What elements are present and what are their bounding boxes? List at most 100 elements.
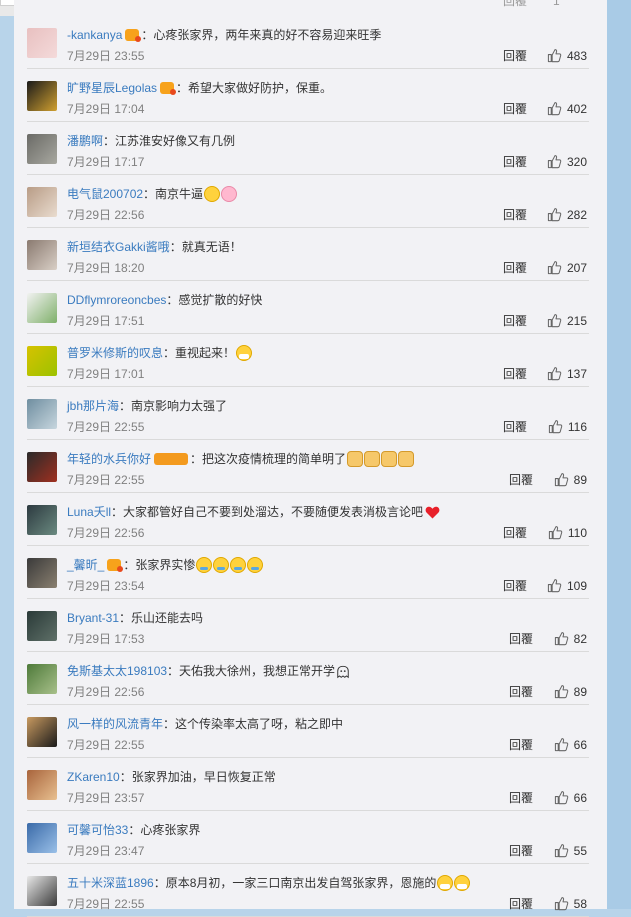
reply-button[interactable]: 回覆 [503,579,527,593]
like-button[interactable]: 89 [554,471,587,488]
comment-line: 旷野星辰Legolas ：希望大家做好防护，保重。 [67,80,581,96]
reply-button[interactable]: 回覆 [503,314,527,328]
thumbs-up-icon[interactable] [547,260,562,275]
reply-button[interactable]: 回覆 [503,420,527,434]
avatar[interactable] [27,28,57,58]
like-button[interactable]: 207 [547,259,587,276]
comment-date: 7月29日 23:55 [67,49,145,63]
reply-button[interactable]: 回覆 [503,526,527,540]
thumbs-up-icon[interactable] [554,684,569,699]
thumbs-up-icon[interactable] [547,101,562,116]
thumbs-up-icon[interactable] [547,48,562,63]
comment-text: ：重视起来！ [163,346,236,360]
like-count: 55 [573,843,587,858]
comment-text: ：希望大家做好防护，保重。 [176,81,333,95]
username-link[interactable]: 风一样的风流青年 [67,717,163,731]
verified-badge-icon [160,82,177,95]
reply-button[interactable]: 回覆 [503,155,527,169]
thumbs-up-icon[interactable] [547,154,562,169]
like-count: 82 [573,631,587,646]
username-link[interactable]: DDflymroreoncbes [67,293,166,307]
like-button[interactable]: 116 [548,418,587,435]
comment-line: ZKaren10：张家界加油，早日恢复正常 [67,769,581,785]
reply-button[interactable]: 回覆 [509,632,533,646]
username-link[interactable]: 新垣结衣Gakki酱哦 [67,240,170,254]
username-link[interactable]: jbh那片海 [67,399,119,413]
avatar[interactable] [27,611,57,641]
thumbs-up-icon[interactable] [554,472,569,487]
reply-button[interactable]: 回覆 [503,102,527,116]
like-button[interactable]: 110 [548,524,587,541]
comment-item: 普罗米修斯的叹息：重视起来！ 7月29日 17:01 回覆 137 [27,334,589,387]
comment-text: ：天佑我大徐州，我想正常开学 [167,664,336,678]
like-button[interactable]: 320 [547,153,587,170]
ghost-like-text: 1 [553,0,560,8]
thumbs-up-icon[interactable] [548,419,563,434]
username-link[interactable]: -kankanya [67,28,122,42]
reply-button[interactable]: 回覆 [503,208,527,222]
username-link[interactable]: 旷野星辰Legolas [67,81,157,95]
avatar[interactable] [27,134,57,164]
username-link[interactable]: Bryant-31 [67,611,119,625]
like-button[interactable]: 55 [554,842,587,859]
thumbs-up-icon[interactable] [547,313,562,328]
avatar[interactable] [27,664,57,694]
reply-button[interactable]: 回覆 [509,791,533,805]
reply-button[interactable]: 回覆 [503,367,527,381]
avatar[interactable] [27,876,57,906]
like-button[interactable]: 89 [554,683,587,700]
username-link[interactable]: 年轻的水兵你好 [67,452,151,466]
thumbs-up-icon[interactable] [548,525,563,540]
avatar[interactable] [27,558,57,588]
reply-button[interactable]: 回覆 [509,473,533,487]
username-link[interactable]: 可馨可怡33 [67,823,128,837]
like-button[interactable]: 137 [547,365,587,382]
reply-button[interactable]: 回覆 [509,685,533,699]
reply-button[interactable]: 回覆 [503,49,527,63]
like-button[interactable]: 483 [547,47,587,64]
username-link[interactable]: _馨昕_ [67,558,104,572]
like-button[interactable]: 82 [554,630,587,647]
thumbs-up-icon[interactable] [554,843,569,858]
avatar[interactable] [27,240,57,270]
avatar[interactable] [27,346,57,376]
avatar[interactable] [27,823,57,853]
comment-item: 新垣结衣Gakki酱哦：就真无语！ 7月29日 18:20 回覆 207 [27,228,589,281]
like-button[interactable]: 66 [554,736,587,753]
username-link[interactable]: 免斯基太太198103 [67,664,167,678]
username-link[interactable]: ZKaren10 [67,770,120,784]
like-button[interactable]: 402 [547,100,587,117]
avatar[interactable] [27,399,57,429]
avatar[interactable] [27,187,57,217]
thumbs-up-icon[interactable] [547,207,562,222]
avatar[interactable] [27,452,57,482]
like-button[interactable]: 109 [547,577,587,594]
pig-emoji-icon [221,186,238,202]
thumbs-up-icon[interactable] [547,366,562,381]
username-link[interactable]: 五十米深蓝1896 [67,876,154,890]
comment-item: jbh那片海：南京影响力太强了 7月29日 22:55 回覆 116 [27,387,589,440]
like-button[interactable]: 58 [554,895,587,912]
thumbs-up-icon[interactable] [554,790,569,805]
reply-button[interactable]: 回覆 [503,261,527,275]
thumbs-up-icon[interactable] [554,631,569,646]
thumbs-up-icon[interactable] [554,737,569,752]
mask-emoji-icon [454,875,471,891]
username-link[interactable]: 潘鹏啊 [67,134,103,148]
reply-button[interactable]: 回覆 [509,844,533,858]
like-count: 66 [573,790,587,805]
reply-button[interactable]: 回覆 [509,738,533,752]
username-link[interactable]: Luna夭ll [67,505,111,519]
like-button[interactable]: 282 [547,206,587,223]
username-link[interactable]: 电气鼠200702 [67,187,143,201]
thumbs-up-icon[interactable] [547,578,562,593]
avatar[interactable] [27,81,57,111]
avatar[interactable] [27,293,57,323]
like-button[interactable]: 66 [554,789,587,806]
avatar[interactable] [27,505,57,535]
comment-item: 五十米深蓝1896：原本8月初，一家三口南京出发自驾张家界，恩施的 7月29日 2… [27,864,589,917]
avatar[interactable] [27,770,57,800]
like-button[interactable]: 215 [547,312,587,329]
username-link[interactable]: 普罗米修斯的叹息 [67,346,163,360]
avatar[interactable] [27,717,57,747]
